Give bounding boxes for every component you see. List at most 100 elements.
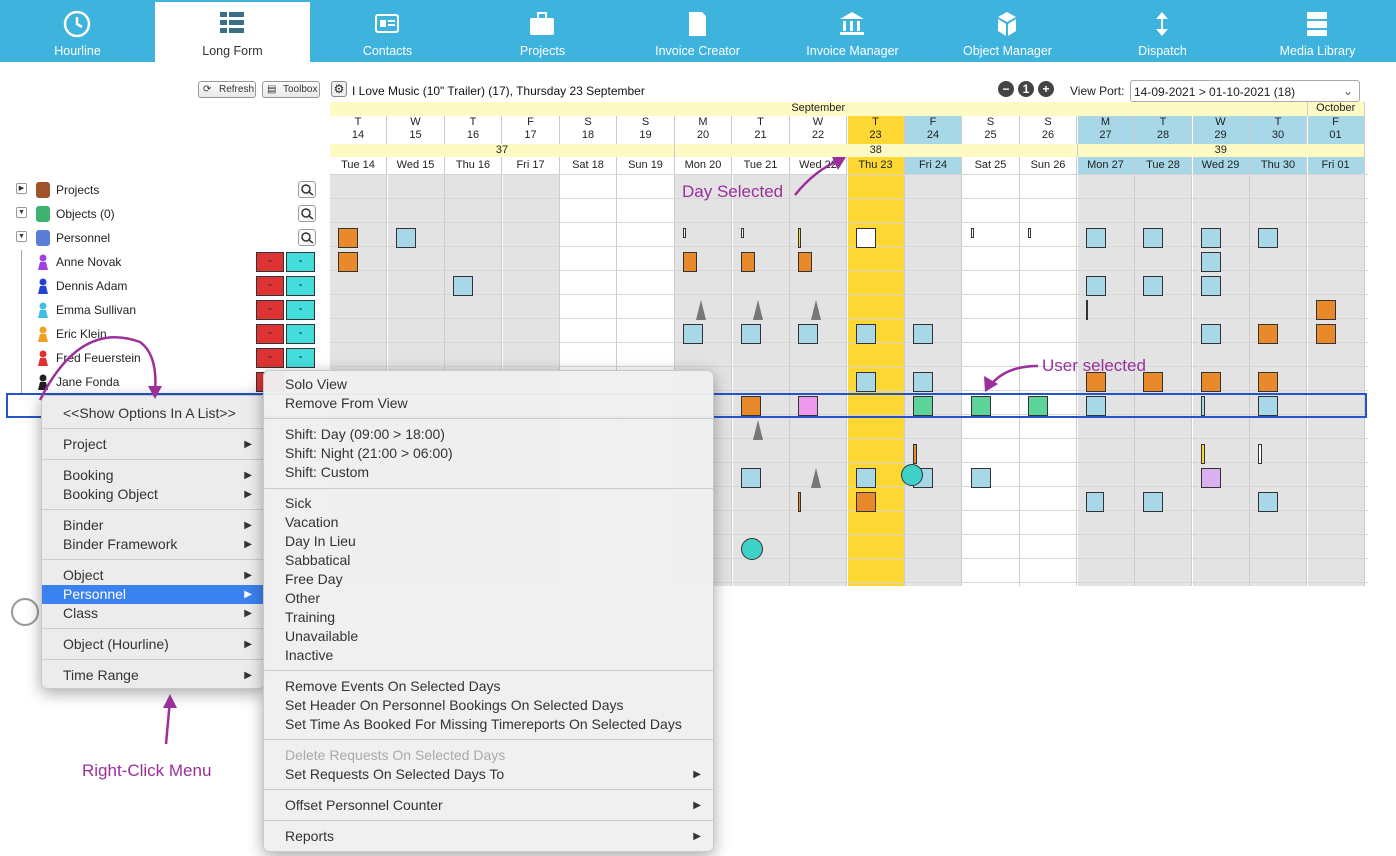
- event-block[interactable]: [1200, 372, 1221, 392]
- day-column-header[interactable]: M 20: [675, 116, 732, 144]
- submenu-item-set-header-on-personnel-bookin[interactable]: Set Header On Personnel Bookings On Sele…: [264, 696, 713, 715]
- nav-tab-projects[interactable]: Projects: [465, 2, 620, 62]
- event-block[interactable]: [913, 372, 933, 392]
- event-block[interactable]: [1200, 468, 1221, 488]
- day-column-header[interactable]: T 23: [847, 116, 905, 144]
- submenu-item-training[interactable]: Training: [264, 608, 713, 627]
- day-label[interactable]: Sun 26: [1020, 157, 1077, 174]
- event-block[interactable]: [740, 252, 755, 272]
- event-block[interactable]: [338, 228, 358, 248]
- nav-tab-object-manager[interactable]: Object Manager: [930, 2, 1085, 62]
- day-column-header[interactable]: S 18: [560, 116, 617, 144]
- day-label[interactable]: Wed 29: [1192, 157, 1250, 174]
- submenu-item-set-requests-on-selected-days-[interactable]: Set Requests On Selected Days To ▶: [264, 765, 713, 784]
- event-block[interactable]: [798, 492, 801, 512]
- event-block[interactable]: [1085, 300, 1088, 320]
- event-block[interactable]: [683, 252, 697, 272]
- day-column-header[interactable]: F 24: [905, 116, 962, 144]
- person-status-red[interactable]: -: [256, 300, 284, 320]
- menu-item-project[interactable]: Project ▶: [42, 435, 264, 454]
- submenu-item-unavailable[interactable]: Unavailable: [264, 627, 713, 646]
- day-label[interactable]: Fri 01: [1307, 157, 1365, 174]
- day-label[interactable]: Mon 27: [1077, 157, 1135, 174]
- day-label[interactable]: Tue 21: [732, 157, 790, 174]
- nav-tab-contacts[interactable]: Contacts: [310, 2, 465, 62]
- event-block[interactable]: [1200, 444, 1205, 464]
- event-block[interactable]: [1085, 276, 1106, 296]
- day-column-header[interactable]: T 21: [732, 116, 790, 144]
- event-block[interactable]: [395, 228, 416, 248]
- tree-person[interactable]: Fred Feuerstein - -: [14, 346, 318, 370]
- submenu-item-sabbatical[interactable]: Sabbatical: [264, 551, 713, 570]
- triangle-marker[interactable]: [810, 468, 821, 488]
- submenu-item-shift-day-[interactable]: Shift: Day (09:00 > 18:00): [264, 425, 713, 444]
- submenu-item-other[interactable]: Other: [264, 589, 713, 608]
- tree-group-personnel[interactable]: ▼ Personnel: [14, 226, 318, 250]
- triangle-marker[interactable]: [695, 300, 706, 320]
- person-status-cyan[interactable]: -: [286, 252, 315, 272]
- submenu-item-sick[interactable]: Sick: [264, 494, 713, 513]
- nav-tab-long-form[interactable]: Long Form: [155, 2, 310, 62]
- submenu-item-shift-custom[interactable]: Shift: Custom: [264, 463, 713, 482]
- event-block[interactable]: [1085, 492, 1104, 512]
- circle-marker[interactable]: [740, 538, 763, 560]
- event-block[interactable]: [1200, 276, 1221, 296]
- day-label[interactable]: Tue 14: [330, 157, 387, 174]
- submenu-item-shift-night-[interactable]: Shift: Night (21:00 > 06:00): [264, 444, 713, 463]
- menu-item-booking-object[interactable]: Booking Object ▶: [42, 485, 264, 504]
- day-label[interactable]: Wed 22: [790, 157, 847, 174]
- event-block[interactable]: [970, 228, 974, 238]
- menu-item-object[interactable]: Object ▶: [42, 566, 264, 585]
- person-status-cyan[interactable]: -: [286, 348, 315, 368]
- day-label[interactable]: Mon 20: [675, 157, 732, 174]
- day-label[interactable]: Sat 18: [560, 157, 617, 174]
- event-block[interactable]: [1315, 300, 1336, 320]
- event-block[interactable]: [970, 468, 991, 488]
- event-block[interactable]: [1143, 276, 1163, 296]
- person-status-red[interactable]: -: [256, 348, 284, 368]
- gear-icon[interactable]: ⚙: [331, 81, 347, 97]
- expand-toggle-icon[interactable]: ▼: [16, 207, 27, 218]
- triangle-marker[interactable]: [753, 420, 764, 440]
- expand-toggle-icon[interactable]: ▼: [16, 231, 27, 242]
- triangle-marker[interactable]: [810, 300, 821, 320]
- clock-icon[interactable]: [11, 598, 39, 626]
- day-label[interactable]: Wed 15: [387, 157, 445, 174]
- person-status-red[interactable]: -: [256, 252, 284, 272]
- submenu-item-vacation[interactable]: Vacation: [264, 513, 713, 532]
- menu-item-personnel[interactable]: Personnel ▶: [42, 585, 264, 604]
- menu-item-booking[interactable]: Booking ▶: [42, 466, 264, 485]
- event-block[interactable]: [1258, 372, 1278, 392]
- day-column-header[interactable]: F 01: [1307, 116, 1365, 144]
- nav-tab-hourline[interactable]: Hourline: [0, 2, 155, 62]
- person-status-cyan[interactable]: -: [286, 276, 315, 296]
- submenu-item-remove-events-on-selected-days[interactable]: Remove Events On Selected Days: [264, 677, 713, 696]
- event-block[interactable]: [453, 276, 473, 296]
- event-block[interactable]: [683, 228, 686, 238]
- day-label[interactable]: Sat 25: [962, 157, 1020, 174]
- tree-person[interactable]: Eric Klein - -: [14, 322, 318, 346]
- event-block[interactable]: [1143, 492, 1163, 512]
- event-block[interactable]: [1143, 228, 1163, 248]
- event-block[interactable]: [855, 492, 876, 512]
- event-block[interactable]: [855, 228, 876, 248]
- event-block[interactable]: [855, 468, 876, 488]
- refresh-button[interactable]: ⟳ Refresh: [198, 81, 256, 98]
- day-column-header[interactable]: M 27: [1077, 116, 1135, 144]
- event-block[interactable]: [798, 228, 801, 248]
- nav-tab-dispatch[interactable]: Dispatch: [1085, 2, 1240, 62]
- submenu-item-inactive[interactable]: Inactive: [264, 646, 713, 665]
- zoom-in-icon[interactable]: +: [1038, 81, 1054, 97]
- submenu-item-set-time-as-booked-for-missing[interactable]: Set Time As Booked For Missing Timerepor…: [264, 715, 713, 734]
- event-block[interactable]: [740, 228, 744, 238]
- day-label[interactable]: Thu 30: [1250, 157, 1307, 174]
- event-block[interactable]: [1258, 492, 1278, 512]
- day-column-header[interactable]: S 19: [617, 116, 675, 144]
- day-column-header[interactable]: T 30: [1250, 116, 1307, 144]
- day-label[interactable]: Sun 19: [617, 157, 675, 174]
- zoom-out-icon[interactable]: −: [998, 81, 1014, 97]
- circle-marker[interactable]: [901, 464, 923, 486]
- event-block[interactable]: [1143, 372, 1163, 392]
- info-icon[interactable]: 1: [1018, 81, 1034, 97]
- event-block[interactable]: [1258, 228, 1278, 248]
